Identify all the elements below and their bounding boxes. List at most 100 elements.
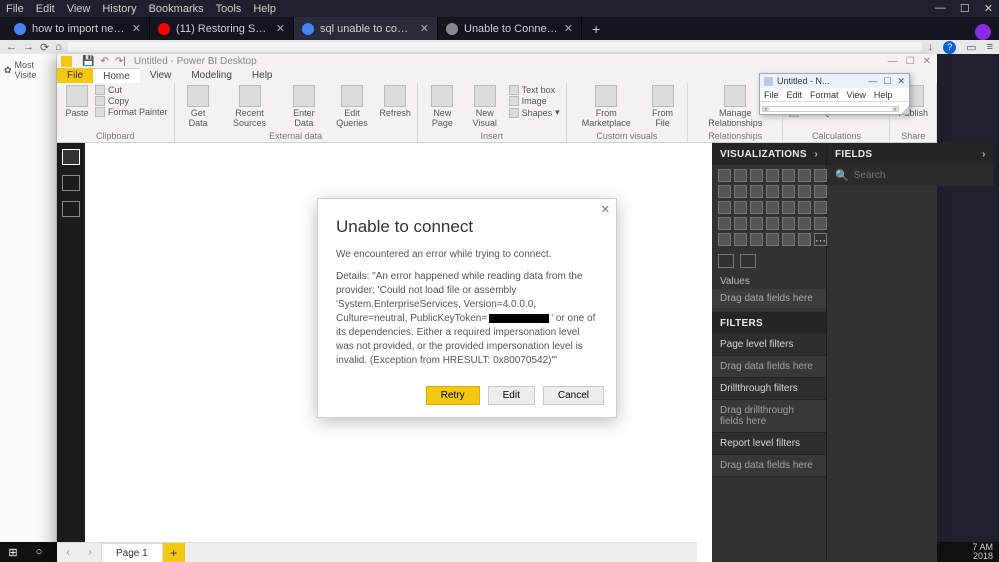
pbi-min-icon[interactable]: — (888, 56, 898, 67)
tab-file[interactable]: File (57, 68, 93, 83)
fields-tab-icon[interactable] (718, 254, 734, 268)
page-prev-icon[interactable]: ‹ (57, 547, 79, 558)
save-icon[interactable]: 💾 (82, 56, 94, 67)
ff-max-icon[interactable]: ☐ (960, 2, 970, 15)
viz-type-icon[interactable] (750, 233, 763, 246)
viz-type-icon[interactable] (782, 201, 795, 214)
filters-header[interactable]: FILTERS (712, 312, 826, 334)
ff-close-icon[interactable]: ✕ (984, 2, 993, 15)
pocket-icon[interactable] (975, 24, 991, 40)
ff-menu-help[interactable]: Help (253, 3, 276, 15)
browser-tab[interactable]: how to import new sql vers ✕ (6, 17, 150, 40)
paste-button[interactable]: Paste (63, 85, 91, 118)
image-button[interactable]: Image (509, 96, 560, 106)
cut-button[interactable]: Cut (95, 85, 168, 95)
page-filters-dropzone[interactable]: Drag data fields here (712, 356, 826, 378)
np-min-icon[interactable]: — (868, 76, 877, 87)
new-visual-button[interactable]: New Visual (465, 85, 505, 128)
home-icon[interactable]: ⌂ (55, 41, 62, 53)
viz-type-icon[interactable] (766, 185, 779, 198)
ff-menu-view[interactable]: View (67, 3, 91, 15)
viz-type-icon[interactable] (718, 185, 731, 198)
fields-header[interactable]: FIELDS › (827, 143, 994, 165)
viz-type-icon[interactable] (718, 233, 731, 246)
viz-type-icon[interactable] (782, 233, 795, 246)
viz-type-icon[interactable] (766, 201, 779, 214)
page-tab[interactable]: Page 1 (101, 543, 163, 562)
viz-type-icon[interactable] (718, 169, 731, 182)
np-menu-edit[interactable]: Edit (787, 90, 803, 100)
viz-type-icon[interactable] (798, 217, 811, 230)
tab-close-icon[interactable]: ✕ (564, 22, 573, 35)
viz-type-icon[interactable] (718, 217, 731, 230)
library-icon[interactable]: ▭ (966, 41, 976, 54)
data-view-icon[interactable] (62, 175, 80, 191)
viz-type-icon[interactable] (782, 169, 795, 182)
fields-search-input[interactable] (854, 170, 986, 181)
visualizations-header[interactable]: VISUALIZATIONS › (712, 143, 826, 165)
scroll-left-icon[interactable]: ‹ (763, 107, 769, 111)
browser-tab[interactable]: Unable to Connect to SQL Ser ✕ (438, 17, 582, 40)
np-menu-help[interactable]: Help (874, 90, 893, 100)
viz-more-icon[interactable]: ⋯ (814, 233, 827, 246)
new-tab-button[interactable]: + (582, 17, 610, 40)
viz-type-icon[interactable] (798, 185, 811, 198)
ff-menu-edit[interactable]: Edit (36, 3, 55, 15)
pbi-close-icon[interactable]: ✕ (923, 56, 931, 67)
tab-help[interactable]: Help (242, 68, 283, 83)
ff-menu-tools[interactable]: Tools (216, 3, 242, 15)
viz-type-icon[interactable] (766, 233, 779, 246)
copy-button[interactable]: Copy (95, 96, 168, 106)
help-icon[interactable]: ? (943, 41, 956, 54)
viz-type-icon[interactable] (766, 169, 779, 182)
from-file-button[interactable]: From File (644, 85, 681, 128)
ff-menu-bookmarks[interactable]: Bookmarks (149, 3, 204, 15)
tab-view[interactable]: View (140, 68, 182, 83)
downloads-icon[interactable]: ↓ (928, 41, 934, 53)
viz-type-icon[interactable] (734, 201, 747, 214)
np-close-icon[interactable]: ✕ (897, 76, 905, 87)
textbox-button[interactable]: Text box (509, 85, 560, 95)
model-view-icon[interactable] (62, 201, 80, 217)
viz-type-icon[interactable] (750, 217, 763, 230)
from-marketplace-button[interactable]: From Marketplace (573, 85, 640, 128)
browser-tab[interactable]: (11) Restoring SQL database b ✕ (150, 17, 294, 40)
back-icon[interactable]: ← (6, 41, 17, 53)
tab-home[interactable]: Home (93, 68, 140, 83)
most-visited-label[interactable]: Most Visite (15, 60, 52, 80)
refresh-button[interactable]: Refresh (379, 85, 410, 118)
edit-button[interactable]: Edit (488, 386, 535, 405)
viz-type-icon[interactable] (814, 201, 827, 214)
np-menu-view[interactable]: View (847, 90, 866, 100)
shapes-button[interactable]: Shapes ▾ (509, 107, 560, 118)
viz-type-icon[interactable] (782, 217, 795, 230)
reload-icon[interactable]: ⟳ (40, 41, 49, 54)
tab-close-icon[interactable]: ✕ (276, 22, 285, 35)
redo-icon[interactable]: ↷ (115, 56, 123, 67)
notepad-editor[interactable]: ‹› (760, 101, 909, 114)
recent-sources-button[interactable]: Recent Sources (220, 85, 280, 128)
viz-type-icon[interactable] (734, 169, 747, 182)
ff-min-icon[interactable]: — (935, 2, 946, 15)
viz-type-icon[interactable] (750, 169, 763, 182)
page-next-icon[interactable]: › (79, 547, 101, 558)
add-page-button[interactable]: + (163, 543, 185, 562)
edit-queries-button[interactable]: Edit Queries (329, 85, 376, 128)
enter-data-button[interactable]: Enter Data (283, 85, 324, 128)
tab-close-icon[interactable]: ✕ (420, 22, 429, 35)
get-data-button[interactable]: Get Data (181, 85, 216, 128)
viz-type-icon[interactable] (814, 169, 827, 182)
horizontal-scrollbar[interactable]: ‹› (762, 106, 899, 112)
viz-type-icon[interactable] (798, 233, 811, 246)
fields-search[interactable]: 🔍 (827, 165, 994, 186)
values-dropzone[interactable]: Drag data fields here (712, 289, 826, 308)
tab-close-icon[interactable]: ✕ (132, 22, 141, 35)
start-button[interactable]: ⊞ (0, 542, 26, 562)
viz-type-icon[interactable] (734, 217, 747, 230)
menu-icon[interactable]: ≡ (987, 41, 993, 53)
viz-type-icon[interactable] (798, 169, 811, 182)
ff-menu-history[interactable]: History (102, 3, 136, 15)
viz-type-icon[interactable] (734, 185, 747, 198)
browser-tab[interactable]: sql unable to connect with pow ✕ (294, 17, 438, 40)
viz-type-icon[interactable] (814, 185, 827, 198)
